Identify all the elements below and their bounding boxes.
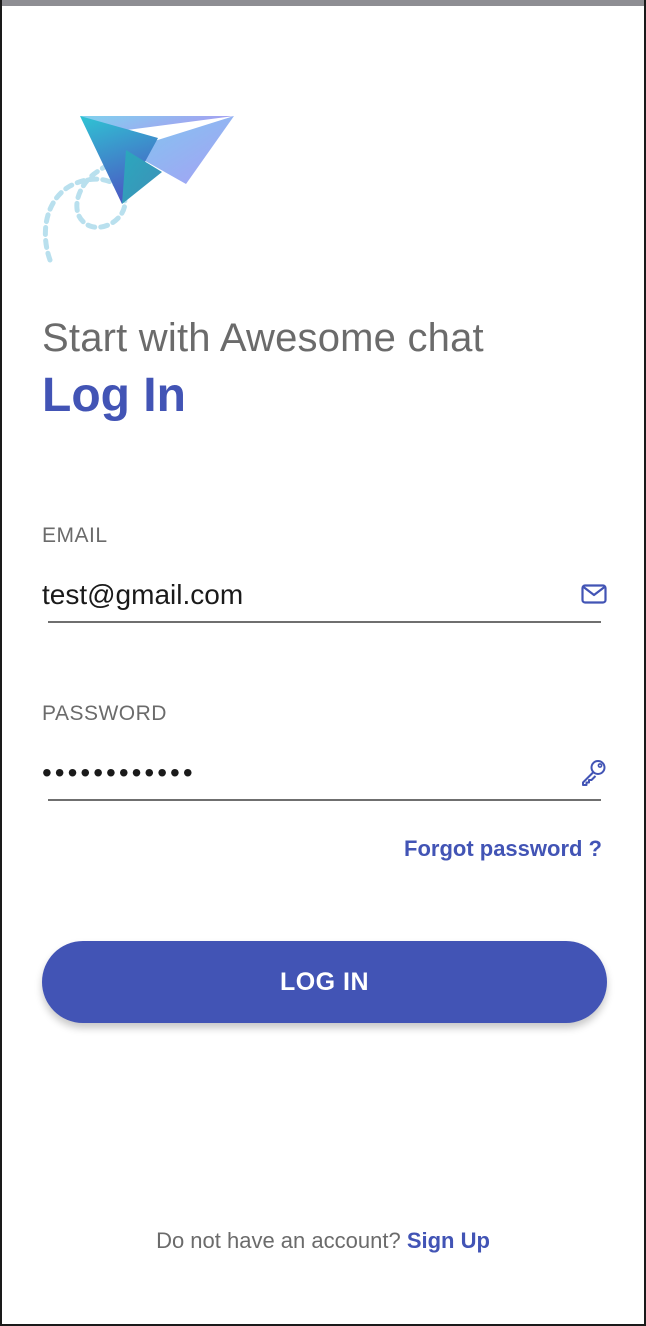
mail-icon xyxy=(580,580,608,608)
signup-prompt: Do not have an account? Sign Up xyxy=(2,1228,644,1254)
status-bar xyxy=(2,0,644,6)
login-screen: Start with Awesome chat Log In EMAIL PAS… xyxy=(0,0,646,1326)
email-input[interactable] xyxy=(42,570,562,620)
page-subtitle: Start with Awesome chat xyxy=(42,316,484,360)
password-field-group xyxy=(42,748,608,798)
login-button[interactable]: LOG IN xyxy=(42,941,607,1023)
password-input[interactable] xyxy=(42,748,562,798)
email-field-group xyxy=(42,570,608,620)
email-underline xyxy=(48,621,601,623)
signup-prompt-text: Do not have an account? xyxy=(156,1228,401,1253)
forgot-password-link[interactable]: Forgot password ? xyxy=(404,836,602,862)
key-icon xyxy=(580,758,608,786)
paper-plane-logo xyxy=(42,116,234,263)
signup-link[interactable]: Sign Up xyxy=(407,1228,490,1253)
page-title: Log In xyxy=(42,369,186,422)
email-label: EMAIL xyxy=(42,524,108,547)
password-underline xyxy=(48,799,601,801)
password-label: PASSWORD xyxy=(42,702,167,725)
